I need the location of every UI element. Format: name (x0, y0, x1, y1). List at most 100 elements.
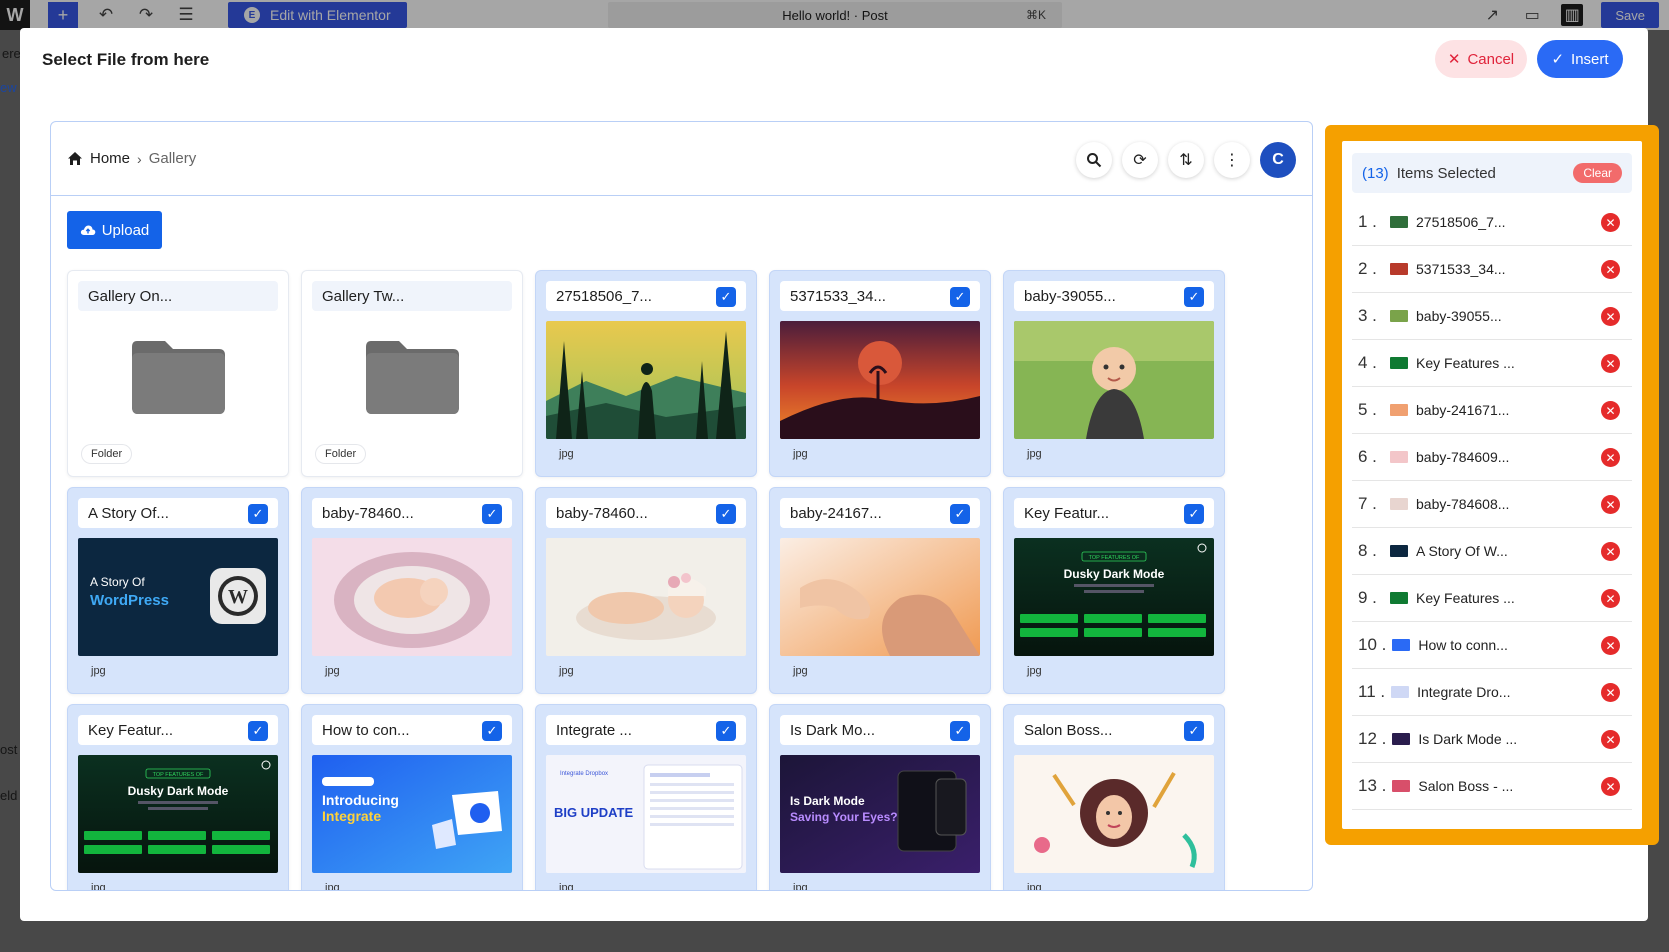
selected-item-number: 3 . (1358, 306, 1377, 325)
selected-item-thumbnail (1391, 686, 1410, 698)
selected-item-name: Is Dark Mode ... (1418, 731, 1518, 747)
file-thumbnail: Integrate Dropbox BIG UPDATE (546, 755, 746, 873)
file-card[interactable]: baby-78460... ✓ jpg (301, 487, 523, 694)
file-thumbnail: A Story Of WordPress W (78, 538, 278, 656)
selected-item: 1 . 27518506_7... ✕ (1352, 199, 1632, 246)
card-name-text: Salon Boss... (1024, 721, 1113, 739)
file-type-badge: jpg (1027, 665, 1042, 677)
search-icon[interactable] (1076, 142, 1112, 178)
card-name-text: baby-78460... (556, 504, 648, 522)
brand-icon[interactable]: C (1260, 142, 1296, 178)
insert-label: Insert (1571, 50, 1609, 68)
breadcrumb-home[interactable]: Home (90, 150, 130, 167)
select-checkbox[interactable]: ✓ (950, 287, 970, 307)
selected-item-number: 8 . (1358, 541, 1377, 560)
selected-item-name: 5371533_34... (1416, 261, 1506, 277)
selected-item-name: Key Features ... (1416, 355, 1515, 371)
select-checkbox[interactable]: ✓ (482, 721, 502, 741)
upload-button[interactable]: Upload (67, 211, 162, 249)
file-card[interactable]: Is Dark Mo... ✓ Is Dark Mode Saving Your Ey… (769, 704, 991, 890)
cloud-upload-icon (80, 225, 96, 235)
selected-item-name: Key Features ... (1416, 590, 1515, 606)
remove-icon[interactable]: ✕ (1601, 495, 1620, 514)
select-checkbox[interactable]: ✓ (950, 504, 970, 524)
file-card[interactable]: Key Featur... ✓ TOP FEATURES OF Dusky Dark … (1003, 487, 1225, 694)
file-thumbnail: Is Dark Mode Saving Your Eyes? (780, 755, 980, 873)
file-card[interactable]: Salon Boss... ✓ jpg (1003, 704, 1225, 890)
remove-icon[interactable]: ✕ (1601, 636, 1620, 655)
file-type-badge: jpg (793, 448, 808, 460)
remove-icon[interactable]: ✕ (1601, 589, 1620, 608)
card-name-text: baby-24167... (790, 504, 882, 522)
remove-icon[interactable]: ✕ (1601, 448, 1620, 467)
remove-icon[interactable]: ✕ (1601, 213, 1620, 232)
select-checkbox[interactable]: ✓ (248, 504, 268, 524)
svg-text:W: W (228, 586, 248, 608)
select-checkbox[interactable]: ✓ (482, 504, 502, 524)
select-checkbox[interactable]: ✓ (950, 721, 970, 741)
file-card[interactable]: baby-39055... ✓ jpg (1003, 270, 1225, 477)
selected-item: 12 . Is Dark Mode ... ✕ (1352, 716, 1632, 763)
select-checkbox[interactable]: ✓ (248, 721, 268, 741)
file-thumbnail (1014, 321, 1214, 439)
card-name-text: 27518506_7... (556, 287, 652, 305)
selected-item-number: 10 . (1358, 635, 1387, 654)
file-thumbnail (780, 321, 980, 439)
remove-icon[interactable]: ✕ (1601, 260, 1620, 279)
remove-icon[interactable]: ✕ (1601, 401, 1620, 420)
remove-icon[interactable]: ✕ (1601, 777, 1620, 796)
breadcrumb: Home › Gallery (67, 150, 196, 167)
card-name: A Story Of... ✓ (78, 498, 278, 528)
clear-button[interactable]: Clear (1573, 163, 1622, 183)
folder-card[interactable]: Gallery On... Folder (67, 270, 289, 477)
file-type-badge: jpg (325, 665, 340, 677)
browser-tools: ⟳ ⇅ ⋮ C (1076, 142, 1296, 178)
folder-card[interactable]: Gallery Tw... Folder (301, 270, 523, 477)
select-checkbox[interactable]: ✓ (1184, 721, 1204, 741)
thumb-subtitle: Saving Your Eyes? (790, 810, 898, 824)
thumb-title: Introducing (322, 792, 399, 808)
remove-icon[interactable]: ✕ (1601, 542, 1620, 561)
file-card[interactable]: baby-78460... ✓ jpg (535, 487, 757, 694)
card-name-text: Gallery Tw... (322, 287, 405, 305)
home-icon[interactable] (67, 151, 83, 166)
remove-icon[interactable]: ✕ (1601, 730, 1620, 749)
selected-item-number: 13 . (1358, 776, 1387, 795)
thumb-title: A Story Of (90, 575, 145, 589)
file-card[interactable]: baby-24167... ✓ jpg (769, 487, 991, 694)
file-card[interactable]: Integrate ... ✓ Integrate Dropbox BIG UPDAT… (535, 704, 757, 890)
insert-button[interactable]: ✓ Insert (1537, 40, 1623, 78)
refresh-icon[interactable]: ⟳ (1122, 142, 1158, 178)
remove-icon[interactable]: ✕ (1601, 307, 1620, 326)
card-name: 27518506_7... ✓ (546, 281, 746, 311)
file-card[interactable]: 27518506_7... ✓ jpg (535, 270, 757, 477)
thumb-subtitle: WordPress (90, 592, 169, 609)
thumb-title: Integrate Dropbox (560, 771, 608, 777)
card-name-text: Gallery On... (88, 287, 173, 305)
file-type-badge: jpg (559, 448, 574, 460)
select-checkbox[interactable]: ✓ (1184, 504, 1204, 524)
file-card[interactable]: 5371533_34... ✓ jpg (769, 270, 991, 477)
select-checkbox[interactable]: ✓ (716, 504, 736, 524)
remove-icon[interactable]: ✕ (1601, 683, 1620, 702)
selected-item-thumbnail (1390, 451, 1408, 463)
card-name: Salon Boss... ✓ (1014, 715, 1214, 745)
select-checkbox[interactable]: ✓ (716, 721, 736, 741)
selected-item: 11 . Integrate Dro... ✕ (1352, 669, 1632, 716)
selected-item-number: 11 . (1358, 682, 1386, 701)
select-checkbox[interactable]: ✓ (1184, 287, 1204, 307)
card-name-text: baby-39055... (1024, 287, 1116, 305)
sort-icon[interactable]: ⇅ (1168, 142, 1204, 178)
file-card[interactable]: How to con... ✓ Introducing Integrate jpg (301, 704, 523, 890)
selected-item-number: 5 . (1358, 400, 1377, 419)
card-name: How to con... ✓ (312, 715, 512, 745)
file-thumbnail (546, 321, 746, 439)
file-card[interactable]: Key Featur... ✓ TOP FEATURES OF Dusky Dark … (67, 704, 289, 890)
selected-item: 4 . Key Features ... ✕ (1352, 340, 1632, 387)
cancel-button[interactable]: ✕ Cancel (1435, 40, 1527, 78)
remove-icon[interactable]: ✕ (1601, 354, 1620, 373)
select-checkbox[interactable]: ✓ (716, 287, 736, 307)
file-card[interactable]: A Story Of... ✓ A Story Of WordPress Wjpg (67, 487, 289, 694)
more-icon[interactable]: ⋮ (1214, 142, 1250, 178)
file-browser: Home › Gallery ⟳ ⇅ ⋮ C Upload Gallery On… (50, 121, 1313, 891)
